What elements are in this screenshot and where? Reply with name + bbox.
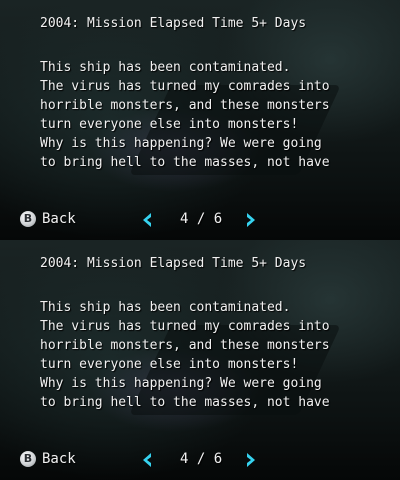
log-line: to bring hell to the masses, not have (40, 395, 330, 410)
log-heading: 2004: Mission Elapsed Time 5+ Days (40, 256, 307, 271)
log-line: turn everyone else into monsters! (40, 117, 299, 132)
log-line: This ship has been contaminated. (40, 300, 291, 315)
log-body: This ship has been contaminated. The vir… (40, 58, 330, 172)
page-navigator: 4 / 6 (140, 449, 266, 471)
log-line: to bring hell to the masses, not have (40, 155, 330, 170)
log-line: turn everyone else into monsters! (40, 357, 299, 372)
log-line: The virus has turned my comrades into (40, 319, 330, 334)
chevron-left-icon[interactable] (140, 452, 154, 468)
log-line: The virus has turned my comrades into (40, 79, 330, 94)
back-button[interactable]: B Back (20, 209, 76, 229)
top-screen: 2004: Mission Elapsed Time 5+ Days This … (0, 0, 400, 240)
page-indicator: 4 / 6 (180, 451, 223, 467)
log-line: Why is this happening? We were going (40, 376, 322, 391)
back-label: Back (42, 451, 76, 467)
b-button-icon: B (20, 451, 36, 467)
back-label: Back (42, 211, 76, 227)
bottom-screen: 2004: Mission Elapsed Time 5+ Days This … (0, 240, 400, 480)
log-heading: 2004: Mission Elapsed Time 5+ Days (40, 16, 307, 31)
chevron-right-icon[interactable] (244, 212, 258, 228)
log-body: This ship has been contaminated. The vir… (40, 298, 330, 412)
page-navigator: 4 / 6 (140, 209, 266, 231)
log-line: This ship has been contaminated. (40, 60, 291, 75)
log-line: horrible monsters, and these monsters (40, 98, 330, 113)
log-line: Why is this happening? We were going (40, 136, 322, 151)
chevron-right-icon[interactable] (244, 452, 258, 468)
b-button-icon: B (20, 211, 36, 227)
chevron-left-icon[interactable] (140, 212, 154, 228)
back-button[interactable]: B Back (20, 449, 76, 469)
log-line: horrible monsters, and these monsters (40, 338, 330, 353)
page-indicator: 4 / 6 (180, 211, 223, 227)
